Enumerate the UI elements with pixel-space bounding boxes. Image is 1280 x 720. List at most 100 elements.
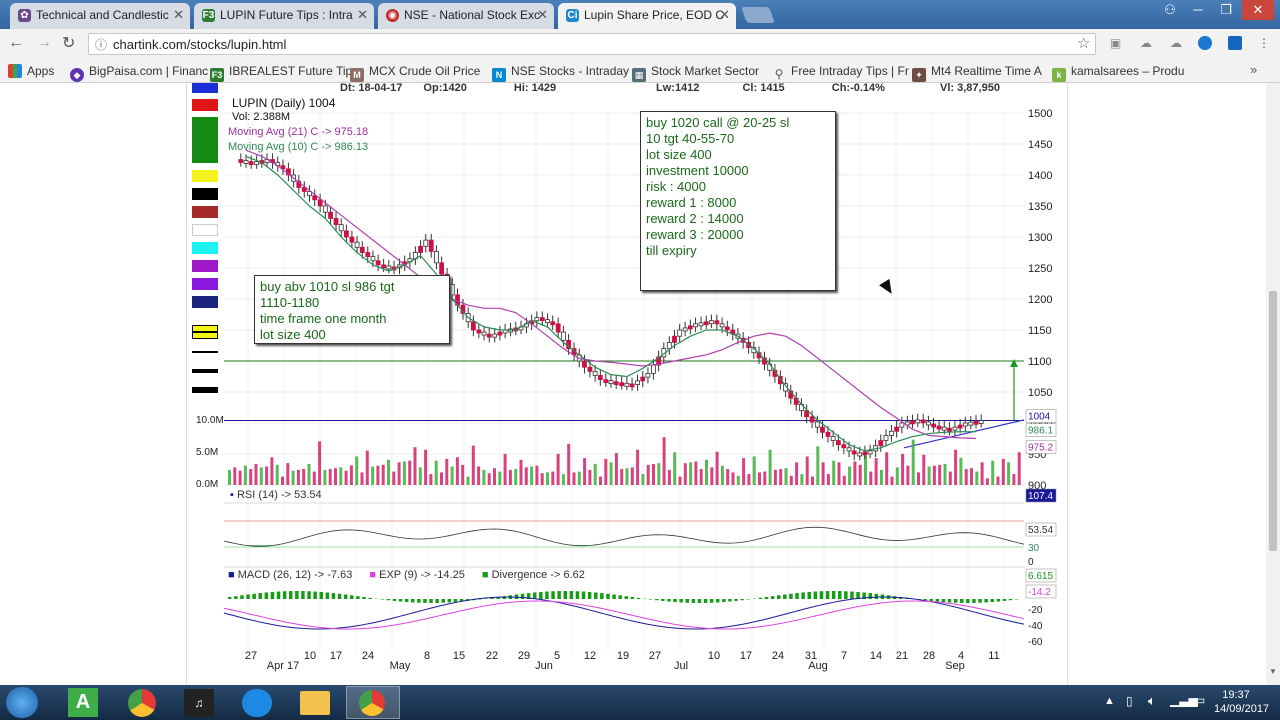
chrome-icon[interactable] (128, 689, 156, 717)
candle-body (476, 329, 482, 334)
maximize-icon[interactable]: ❐ (1212, 0, 1240, 20)
divergence-bar (709, 599, 714, 603)
candle-body (915, 419, 921, 424)
price-tick-label: 1500 (1028, 108, 1052, 120)
page-scrollbar[interactable]: ▼ (1266, 83, 1280, 685)
tab-lupin-share[interactable]: Ci Lupin Share Price, EOD C ✕ (558, 3, 736, 29)
url-text[interactable]: chartink.com/stocks/lupin.html (113, 37, 286, 52)
volume-bar (577, 471, 581, 485)
volume-bar (720, 465, 724, 485)
extension-icon[interactable] (1228, 36, 1242, 50)
candle-body (825, 431, 831, 437)
x-day-label: 12 (584, 650, 596, 662)
candle-body (968, 421, 974, 426)
volume-bar (296, 469, 300, 485)
monitor-icon[interactable]: ▭ (1194, 693, 1205, 707)
price-tick-label: 1400 (1028, 170, 1052, 182)
clock[interactable]: 19:37 14/09/2017 (1214, 688, 1269, 716)
extension-icon[interactable] (1198, 36, 1212, 50)
bookmark-nse-stocks[interactable]: N NSE Stocks - Intraday (492, 62, 629, 82)
new-tab-button[interactable] (741, 7, 775, 23)
divergence-bar (240, 595, 244, 599)
audio-app-icon[interactable]: ♫ (184, 689, 214, 717)
tab-nse[interactable]: ◉ NSE - National Stock Exc ✕ (378, 3, 554, 29)
tab-lupin-future[interactable]: F3 LUPIN Future Tips : Intra ✕ (194, 3, 374, 29)
profile-icon[interactable]: ⚇ (1156, 0, 1184, 20)
close-icon[interactable]: ✕ (537, 3, 548, 27)
f3-icon: F3 (202, 9, 215, 22)
volume-bar (323, 469, 327, 485)
extension-icon[interactable]: ▣ (1110, 36, 1121, 50)
divergence-bar (575, 591, 580, 599)
volume-bar (779, 469, 783, 485)
volume-bar (302, 469, 306, 485)
volume-bar (795, 462, 799, 485)
volume-bar (673, 452, 677, 485)
divergence-bar (264, 592, 269, 599)
bookmark-kamalsarees[interactable]: k kamalsarees – Produ (1052, 62, 1184, 82)
info-icon[interactable]: ⓘ (95, 36, 107, 53)
candle-body (862, 451, 868, 456)
price-chart[interactable]: 1500145014001350130012501200115011001050… (186, 83, 1066, 685)
volume-bar (689, 462, 693, 485)
star-icon[interactable]: ☆ (1077, 34, 1090, 52)
candle-body (809, 416, 815, 423)
close-icon[interactable]: ✕ (173, 3, 184, 27)
trade-note-buy: buy abv 1010 sl 986 tgt 1110-1180 time f… (254, 275, 450, 344)
divergence-bar (612, 594, 616, 599)
volume-bar (763, 471, 767, 485)
scroll-down-icon[interactable]: ▼ (1269, 667, 1277, 676)
candle-body (820, 426, 825, 433)
scrollbar-thumb[interactable] (1269, 291, 1277, 551)
divergence-bar (380, 599, 384, 600)
start-button[interactable] (6, 687, 38, 718)
bookmark-bigpaisa[interactable]: ◆ BigPaisa.com | Financ (70, 62, 208, 82)
divergence-bar (679, 599, 683, 603)
candle-body (481, 331, 487, 336)
change-readout: Ch:-0.14% (831, 82, 885, 94)
back-arrow-icon[interactable]: ← (8, 34, 24, 52)
candle-body (439, 262, 445, 275)
close-icon[interactable]: ✕ (719, 3, 730, 27)
bookmark-free-tips[interactable]: ⚲ Free Intraday Tips | Fr (772, 62, 909, 81)
candle-body (952, 426, 958, 431)
close-window-icon[interactable]: ✕ (1242, 0, 1274, 20)
minimize-icon[interactable]: ─ (1184, 0, 1212, 20)
active-chrome-button[interactable] (346, 686, 400, 719)
volume-bar (429, 474, 433, 485)
reload-icon[interactable]: ↻ (62, 33, 75, 53)
teamviewer-icon[interactable] (242, 689, 272, 717)
divergence-bar (313, 591, 317, 599)
candle-body (344, 230, 349, 238)
candle-body (375, 260, 381, 266)
forward-arrow-icon[interactable]: → (36, 34, 52, 52)
file-explorer-icon[interactable] (300, 691, 330, 715)
rsi-fill (259, 545, 264, 547)
macd-label: MACD (26, 12) -> -7.63 (237, 569, 353, 581)
bookmark-apps[interactable]: Apps (8, 62, 54, 80)
address-bar[interactable]: ⓘ chartink.com/stocks/lupin.html ☆ (88, 33, 1096, 55)
divergence-bar (630, 597, 635, 599)
volume-icon[interactable]: 🔈︎ (1148, 693, 1156, 709)
volume-bar (1017, 452, 1021, 485)
chevron-right-icon[interactable]: » (1250, 62, 1257, 77)
tray-device-icon[interactable]: ▯ (1126, 694, 1133, 708)
menu-icon[interactable]: ⋮ (1258, 36, 1270, 50)
divergence-bar (435, 599, 439, 603)
divergence-bar (667, 599, 671, 602)
volume-bar (641, 474, 645, 485)
extension-icon[interactable]: ☁ (1170, 36, 1182, 50)
volume-bar (365, 450, 369, 485)
close-icon[interactable]: ✕ (357, 3, 368, 27)
extension-icon[interactable]: ☁ (1140, 36, 1152, 50)
tray-up-icon[interactable]: ▲ (1104, 695, 1115, 707)
volume-bar (434, 460, 438, 485)
bookmark-sector[interactable]: ▦ Stock Market Sector (632, 62, 759, 82)
tab-technical[interactable]: ✿ Technical and Candlestic ✕ (10, 3, 190, 29)
bookmark-mcx[interactable]: M MCX Crude Oil Price (350, 62, 480, 82)
f3-icon: F3 (210, 68, 224, 82)
divergence-bar (990, 599, 994, 603)
app-a-icon[interactable]: A (68, 688, 98, 717)
bookmark-ibrealest[interactable]: F3 IBREALEST Future Tip (210, 62, 352, 82)
bookmark-mt4[interactable]: ✦ Mt4 Realtime Time A (912, 62, 1042, 82)
